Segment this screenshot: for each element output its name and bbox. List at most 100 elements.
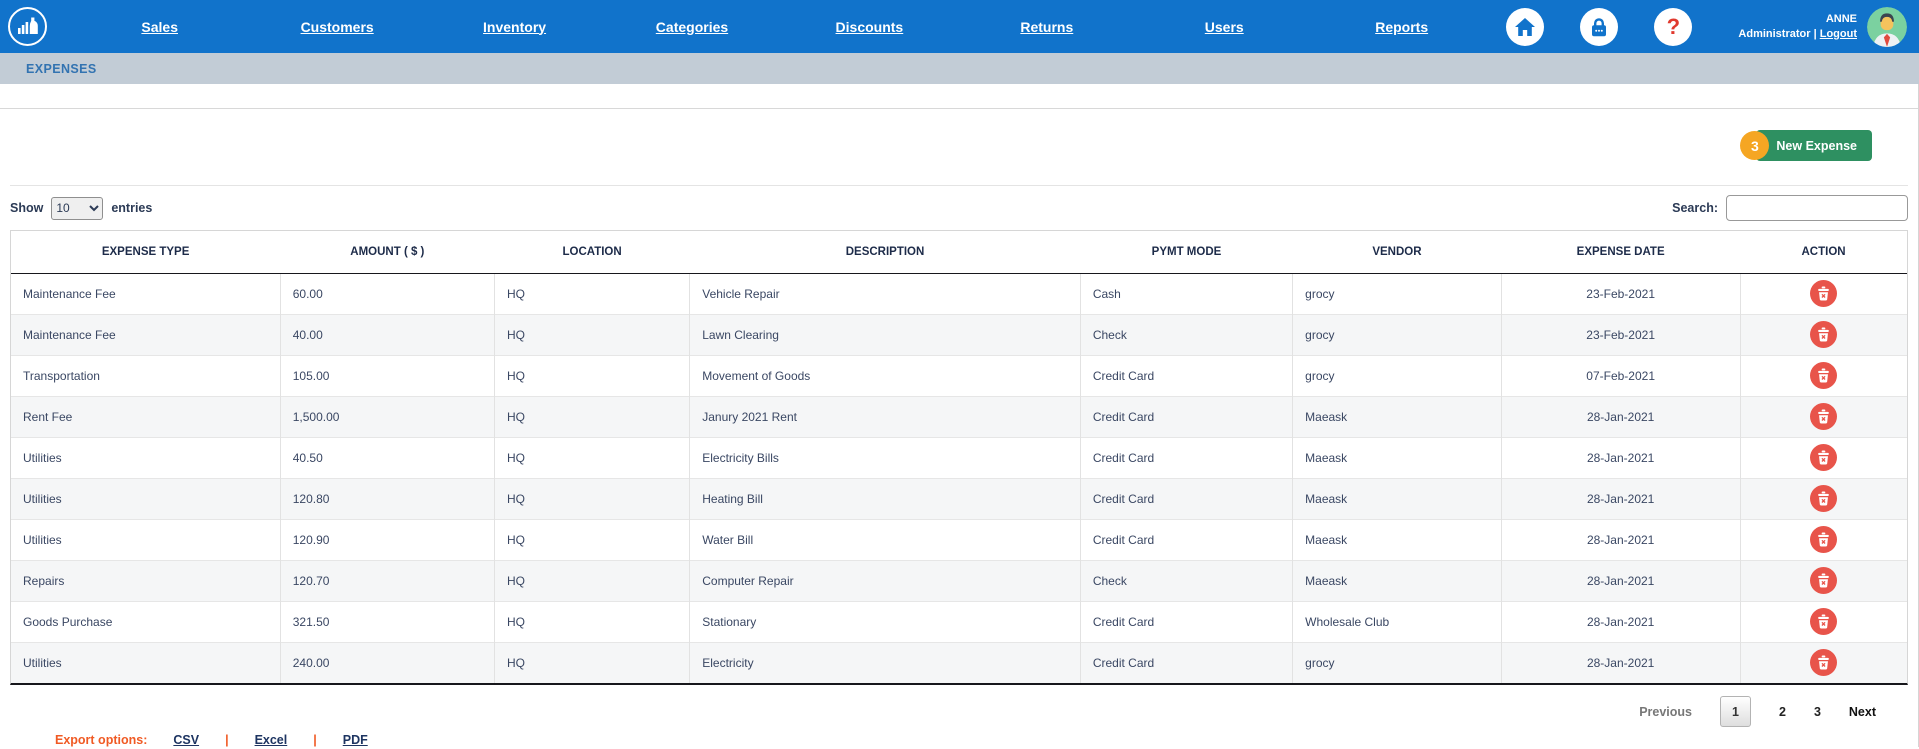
- search-label: Search:: [1672, 201, 1718, 215]
- new-expense-button[interactable]: New Expense: [1756, 130, 1872, 161]
- cell-expense-type: Maintenance Fee: [11, 272, 281, 314]
- cell-description: Janury 2021 Rent: [689, 395, 1081, 437]
- cell-action: [1739, 559, 1907, 601]
- cell-location: HQ: [493, 436, 690, 478]
- avatar[interactable]: [1867, 6, 1907, 47]
- cell-amount: 321.50: [279, 600, 495, 642]
- nav-items: Sales Customers Inventory Categories Discoun…: [71, 19, 1490, 35]
- nav-item-categories[interactable]: Categories: [603, 19, 780, 35]
- cell-expense-type: Transportation: [11, 354, 281, 396]
- column-header[interactable]: PYMT MODE: [1080, 231, 1293, 274]
- delete-expense-button[interactable]: [1810, 444, 1838, 471]
- delete-expense-button[interactable]: [1810, 403, 1838, 430]
- nav-item-inventory[interactable]: Inventory: [426, 19, 603, 35]
- delete-expense-button[interactable]: [1810, 649, 1838, 677]
- pagination-previous[interactable]: Previous: [1639, 705, 1692, 719]
- cell-vendor: grocy: [1292, 641, 1502, 683]
- new-expense-wrap: 3 New Expense: [1740, 130, 1872, 161]
- show-label: Show: [10, 201, 44, 215]
- breadcrumb[interactable]: EXPENSES: [26, 62, 97, 76]
- column-header[interactable]: LOCATION: [494, 231, 690, 274]
- nav-item-users[interactable]: Users: [1136, 19, 1313, 35]
- export-csv[interactable]: CSV: [173, 733, 199, 747]
- nav-item-returns[interactable]: Returns: [958, 19, 1135, 35]
- table-row: Repairs 120.70 HQ Computer Repair Check Maeas…: [11, 559, 1907, 601]
- cell-expense-type: Rent Fee: [11, 395, 281, 437]
- delete-expense-button[interactable]: [1810, 526, 1838, 553]
- logout-link[interactable]: Logout: [1820, 28, 1857, 40]
- pagination-next[interactable]: Next: [1849, 705, 1876, 719]
- trash-icon: [1818, 614, 1830, 629]
- table-row: Goods Purchase 321.50 HQ Stationary Credit C…: [11, 600, 1907, 642]
- entries-label: entries: [111, 201, 153, 215]
- cell-pymt-mode: Credit Card: [1079, 436, 1293, 478]
- column-header[interactable]: DESCRIPTION: [689, 231, 1081, 274]
- cell-action: [1739, 272, 1907, 314]
- delete-expense-button[interactable]: [1810, 567, 1838, 594]
- cell-pymt-mode: Credit Card: [1079, 354, 1293, 396]
- app-logo[interactable]: [8, 7, 47, 46]
- delete-expense-button[interactable]: [1810, 608, 1838, 635]
- trash-icon: [1818, 573, 1830, 588]
- lock-icon: [1592, 17, 1607, 36]
- cell-expense-date: 07-Feb-2021: [1500, 354, 1741, 396]
- export-excel[interactable]: Excel: [255, 733, 288, 747]
- cell-vendor: Maeask: [1292, 477, 1502, 519]
- cell-pymt-mode: Check: [1079, 313, 1293, 355]
- cell-expense-date: 23-Feb-2021: [1500, 313, 1741, 355]
- column-header[interactable]: AMOUNT ( $ ): [280, 231, 495, 274]
- cell-vendor: Maeask: [1292, 559, 1502, 601]
- table-row: Utilities 120.90 HQ Water Bill Credit Card Ma…: [11, 518, 1907, 560]
- pagination-page[interactable]: 2: [1779, 705, 1786, 719]
- help-button[interactable]: ?: [1654, 7, 1693, 46]
- cell-description: Vehicle Repair: [689, 272, 1081, 314]
- home-button[interactable]: [1506, 7, 1545, 46]
- nav-item-reports[interactable]: Reports: [1313, 19, 1490, 35]
- table-header-row: EXPENSE TYPE AMOUNT ( $ ) LOCATION DESCRIPT…: [11, 231, 1907, 274]
- table-row: Maintenance Fee 60.00 HQ Vehicle Repair Cash…: [11, 272, 1907, 314]
- table-row: Transportation 105.00 HQ Movement of Goods C…: [11, 354, 1907, 396]
- cell-action: [1739, 600, 1907, 642]
- delete-expense-button[interactable]: [1810, 280, 1838, 307]
- cell-vendor: grocy: [1292, 313, 1502, 355]
- column-header[interactable]: EXPENSE DATE: [1501, 231, 1741, 274]
- export-pdf[interactable]: PDF: [343, 733, 368, 747]
- user-separator: |: [1813, 27, 1817, 40]
- cell-pymt-mode: Cash: [1079, 272, 1293, 314]
- column-header[interactable]: EXPENSE TYPE: [11, 231, 281, 274]
- user-block: ANNE Administrator | Logout: [1738, 12, 1857, 42]
- entries-select[interactable]: 10: [51, 196, 104, 220]
- cell-expense-type: Utilities: [11, 641, 281, 683]
- cell-location: HQ: [493, 354, 690, 396]
- cell-description: Lawn Clearing: [689, 313, 1081, 355]
- delete-expense-button[interactable]: [1810, 485, 1838, 512]
- column-header[interactable]: ACTION: [1740, 231, 1907, 274]
- nav-item-discounts[interactable]: Discounts: [781, 19, 958, 35]
- cell-description: Electricity Bills: [689, 436, 1081, 478]
- search-input[interactable]: [1726, 195, 1908, 221]
- delete-expense-button[interactable]: [1810, 362, 1838, 389]
- user-name: ANNE: [1825, 12, 1857, 25]
- cell-location: HQ: [493, 518, 690, 560]
- cell-location: HQ: [493, 600, 690, 642]
- pagination-page[interactable]: 3: [1814, 705, 1821, 719]
- cell-description: Stationary: [689, 600, 1081, 642]
- nav-item-sales[interactable]: Sales: [71, 19, 248, 35]
- cell-vendor: grocy: [1292, 354, 1502, 396]
- lock-button[interactable]: [1580, 7, 1619, 46]
- column-header[interactable]: VENDOR: [1292, 231, 1502, 274]
- cell-expense-date: 23-Feb-2021: [1500, 272, 1741, 314]
- trash-icon: [1818, 491, 1830, 506]
- user-role: Administrator: [1738, 27, 1811, 40]
- expenses-table-wrap: EXPENSE TYPE AMOUNT ( $ ) LOCATION DESCRIPT…: [10, 230, 1908, 685]
- cell-amount: 120.70: [279, 559, 495, 601]
- delete-expense-button[interactable]: [1810, 321, 1838, 348]
- cell-amount: 105.00: [279, 354, 495, 396]
- cell-amount: 60.00: [279, 272, 495, 314]
- cell-action: [1739, 477, 1907, 519]
- cell-pymt-mode: Credit Card: [1079, 518, 1293, 560]
- nav-item-customers[interactable]: Customers: [248, 19, 425, 35]
- cell-expense-date: 28-Jan-2021: [1500, 477, 1741, 519]
- pagination-page-current[interactable]: 1: [1720, 696, 1751, 727]
- cell-vendor: Maeask: [1292, 395, 1502, 437]
